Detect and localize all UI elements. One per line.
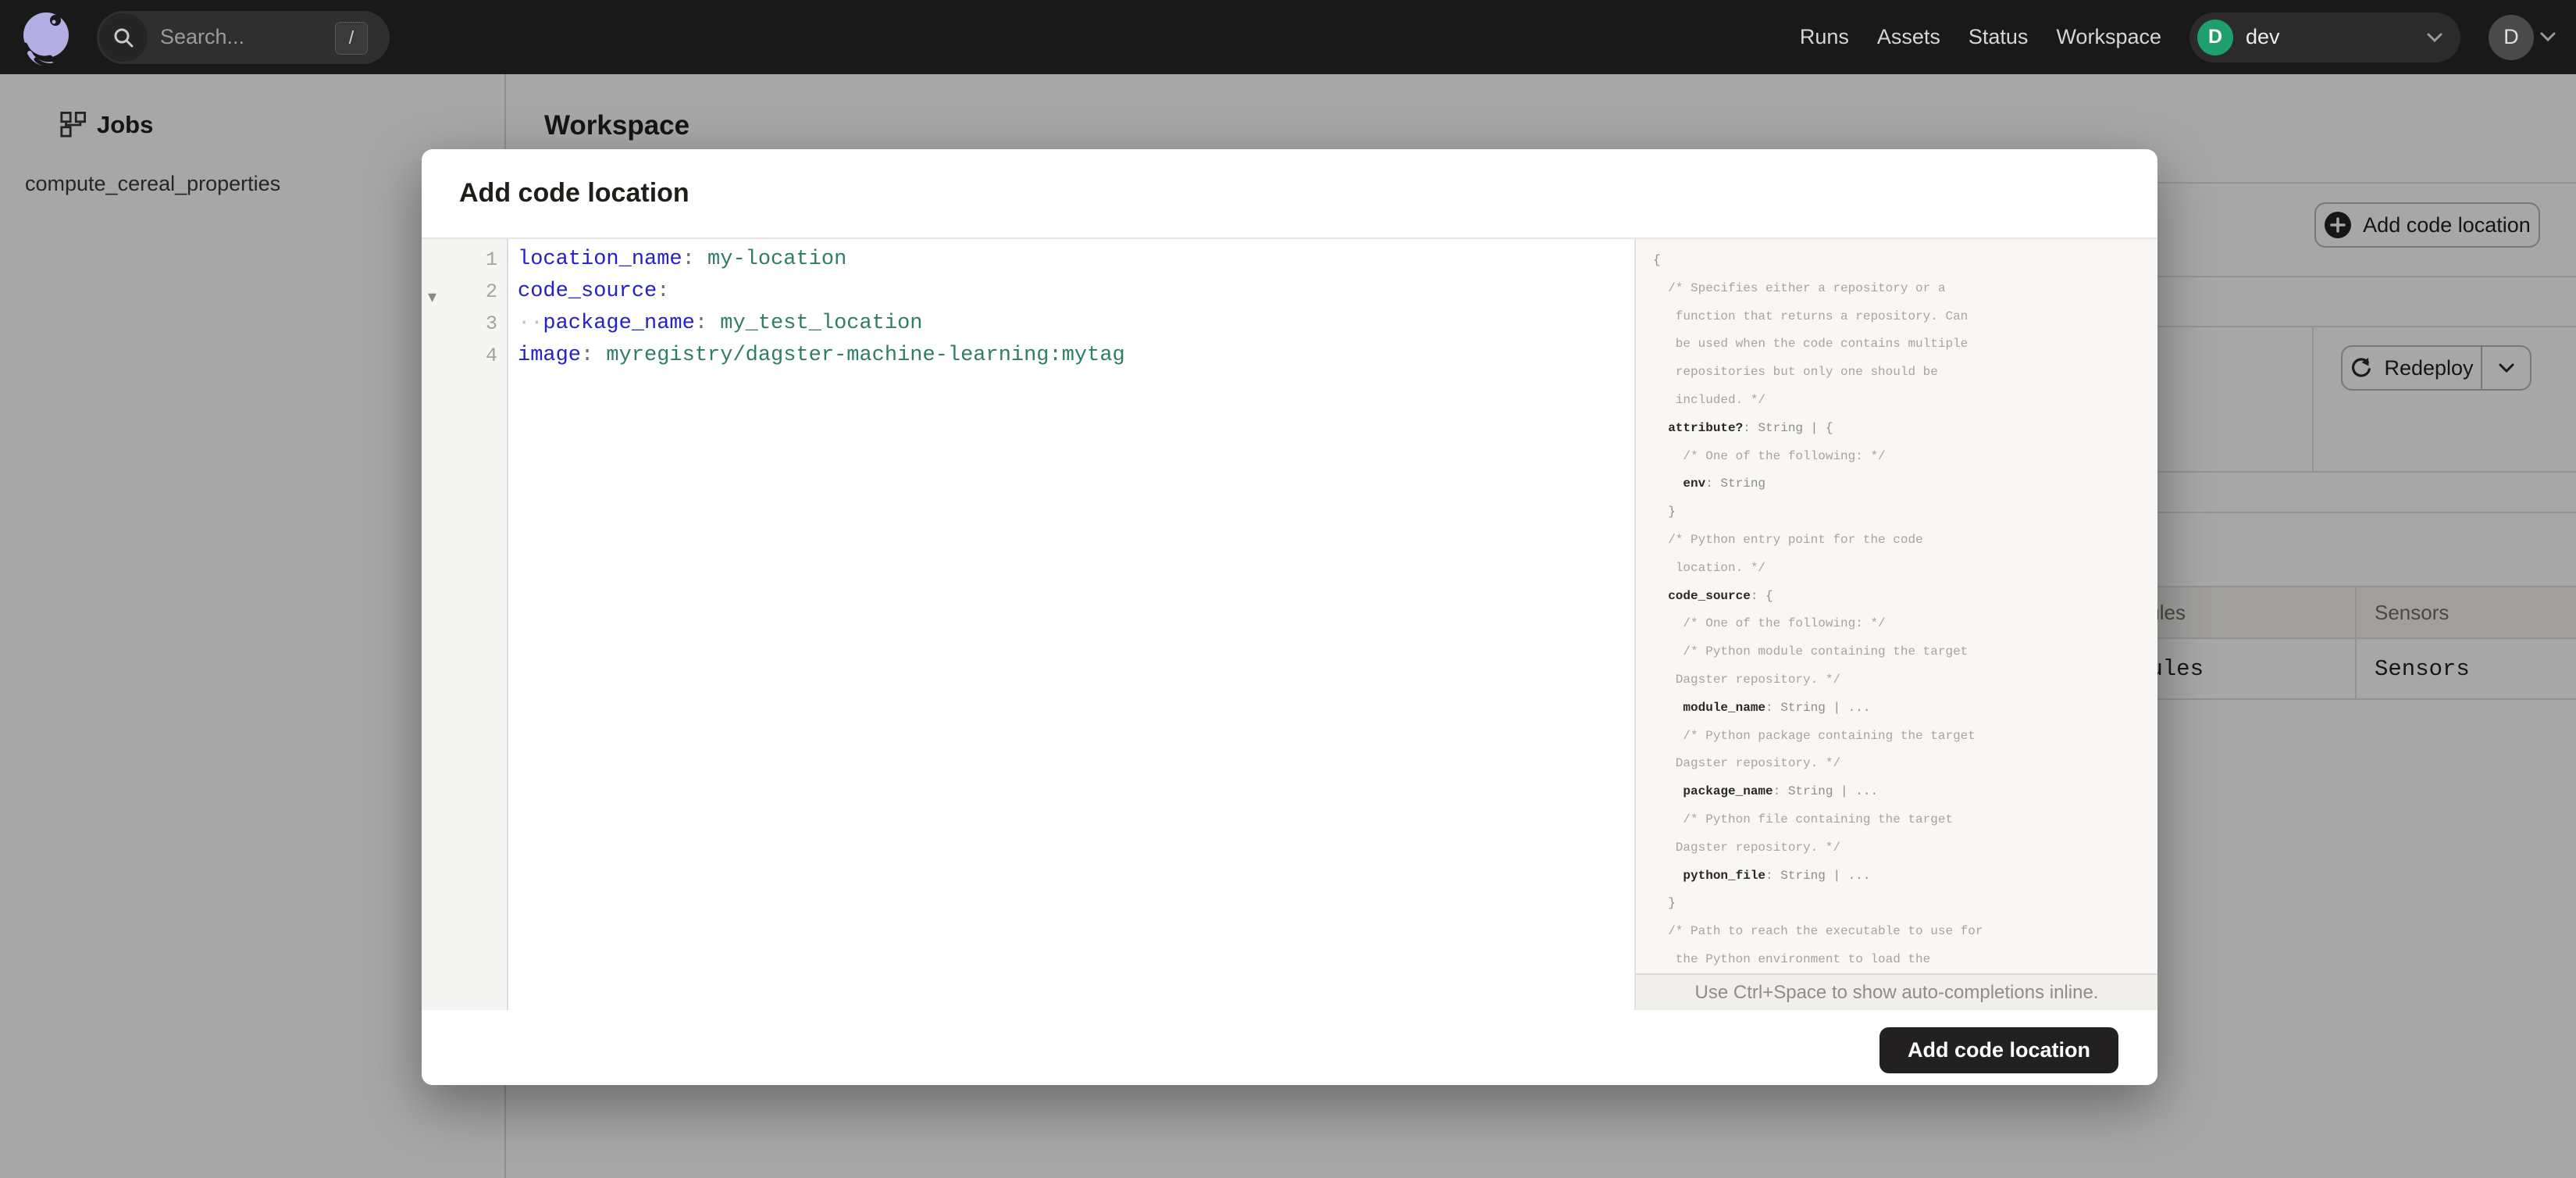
dagster-logo-icon[interactable] [17,9,73,66]
user-avatar: D [2489,14,2534,60]
nav-link-workspace[interactable]: Workspace [2056,25,2161,49]
nav-link-runs[interactable]: Runs [1800,25,1849,49]
search-placeholder: Search... [160,25,245,48]
yaml-config-editor[interactable]: ▾ 1234 location_name: my-location code_so… [422,239,1634,1010]
top-navigation-bar: Search... / Runs Assets Status Workspace… [0,0,2576,74]
add-code-location-dialog: Add code location ▾ 1234 location_name: … [422,149,2157,1085]
add-code-location-submit-button[interactable]: Add code location [1879,1027,2118,1073]
global-search-input[interactable]: Search... / [97,10,390,64]
schema-lines: { /* Specifies either a repository or a … [1653,253,1983,966]
autocomplete-hint: Use Ctrl+Space to show auto-completions … [1636,973,2157,1010]
nav-link-assets[interactable]: Assets [1877,25,1940,49]
deployment-badge: D [2197,19,2233,55]
dialog-title: Add code location [459,178,689,208]
user-menu[interactable]: D [2489,14,2556,60]
chevron-down-icon [2540,32,2556,42]
fold-arrow-icon[interactable]: ▾ [428,280,436,312]
chevron-down-icon [2427,33,2442,42]
search-icon [99,12,148,62]
editor-code-lines[interactable]: location_name: my-location code_source: ··… [508,239,1634,1010]
config-schema-panel: { /* Specifies either a repository or a … [1634,239,2157,1010]
search-shortcut-key: / [335,21,368,55]
editor-gutter: ▾ 1234 [422,239,508,1010]
deployment-name: dev [2246,25,2280,48]
dialog-header: Add code location [422,149,2157,239]
dialog-footer: Add code location [422,1010,2157,1085]
deployment-switcher[interactable]: D dev [2189,12,2460,62]
nav-link-status[interactable]: Status [1969,25,2029,49]
